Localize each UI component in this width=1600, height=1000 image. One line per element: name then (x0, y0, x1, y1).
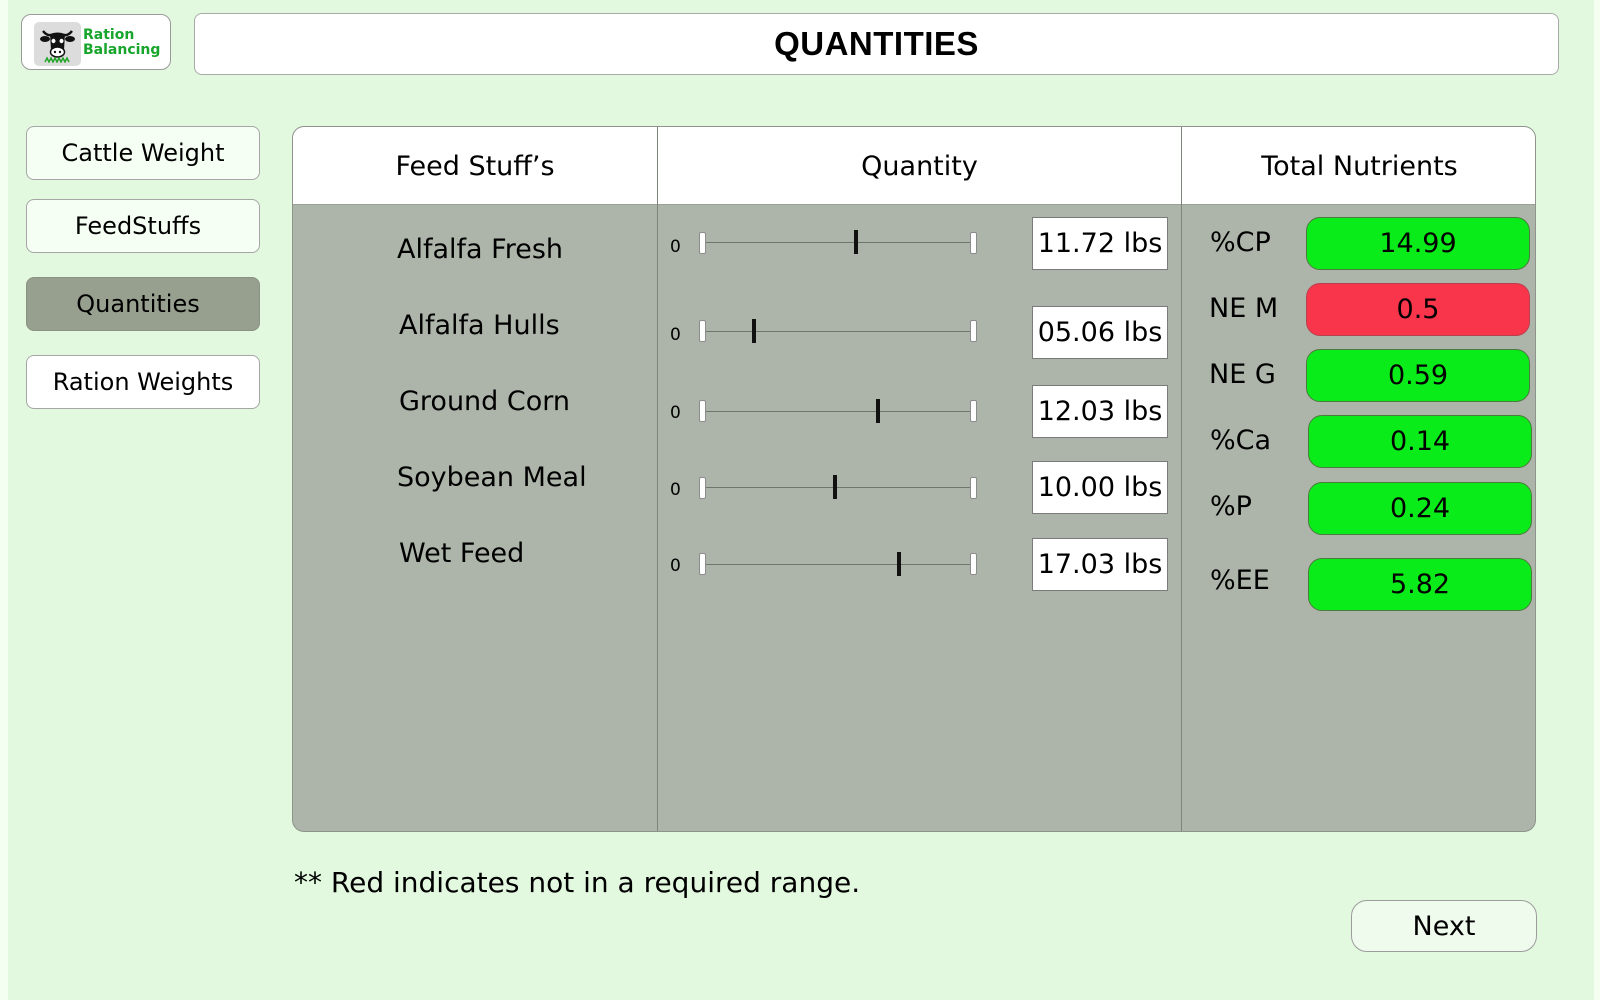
next-button-label: Next (1412, 910, 1476, 942)
feed-name: Alfalfa Hulls (399, 310, 560, 341)
nutrient-label-nem: NE M (1209, 293, 1279, 324)
column-divider (657, 127, 658, 831)
slider-min-label: 0 (670, 325, 681, 345)
quantity-input[interactable]: 05.06 lbs (1032, 306, 1168, 359)
slider-min-cap (699, 320, 706, 342)
slider-min-cap (699, 400, 706, 422)
slider-min-cap (699, 477, 706, 499)
nutrient-label-ca: %Ca (1210, 425, 1272, 456)
quantity-slider-track[interactable] (703, 331, 972, 332)
nutrient-value-ca: 0.14 (1308, 415, 1532, 468)
quantity-slider-thumb[interactable] (875, 399, 880, 423)
quantity-slider-track[interactable] (703, 487, 972, 488)
slider-min-cap (699, 553, 706, 575)
quantity-input[interactable]: 11.72 lbs (1032, 217, 1168, 270)
quantity-input[interactable]: 10.00 lbs (1032, 461, 1168, 514)
feed-name: Soybean Meal (397, 462, 587, 493)
nutrient-label-neg: NE G (1209, 359, 1276, 390)
logo-line2: Balancing (83, 42, 161, 58)
nav-cattle-weight-label: Cattle Weight (61, 139, 225, 167)
slider-min-label: 0 (670, 237, 681, 257)
quantities-panel: Feed Stuff’s Quantity Total Nutrients Al… (292, 126, 1536, 832)
page-title: QUANTITIES (774, 25, 979, 62)
slider-max-cap (970, 553, 977, 575)
feed-name: Alfalfa Fresh (397, 234, 564, 265)
quantity-slider-track[interactable] (703, 564, 972, 565)
nav-ration-weights-button[interactable]: Ration Weights (26, 355, 260, 409)
nav-cattle-weight-button[interactable]: Cattle Weight (26, 126, 260, 180)
slider-max-cap (970, 400, 977, 422)
feed-name: Wet Feed (399, 538, 525, 569)
header-feedstuffs: Feed Stuff’s (395, 150, 555, 182)
nutrient-label-cp: %CP (1210, 227, 1271, 258)
logo-line1: Ration (83, 27, 135, 43)
logo-text: Ration Balancing (83, 28, 160, 58)
nutrient-value-ee: 5.82 (1308, 558, 1532, 611)
slider-max-cap (970, 232, 977, 254)
quantity-slider-thumb[interactable] (833, 475, 838, 499)
column-divider (1181, 127, 1182, 831)
title-bar: QUANTITIES (194, 13, 1559, 75)
header-total-nutrients: Total Nutrients (1261, 150, 1458, 182)
left-edge (0, 0, 8, 1000)
quantity-slider-thumb[interactable] (751, 319, 756, 343)
header-quantity: Quantity (861, 150, 978, 182)
quantity-input[interactable]: 12.03 lbs (1032, 385, 1168, 438)
slider-min-label: 0 (670, 556, 681, 576)
nav-quantities-button[interactable]: Quantities (26, 277, 260, 331)
slider-min-label: 0 (670, 480, 681, 500)
cow-icon (34, 22, 81, 66)
quantity-input[interactable]: 17.03 lbs (1032, 538, 1168, 591)
nutrient-value-nem: 0.5 (1306, 283, 1530, 336)
quantity-slider-thumb[interactable] (854, 230, 859, 254)
nutrient-value-cp: 14.99 (1306, 217, 1530, 270)
slider-min-cap (699, 232, 706, 254)
nav-ration-weights-label: Ration Weights (52, 368, 234, 396)
slider-min-label: 0 (670, 403, 681, 423)
nav-quantities-label: Quantities (76, 290, 200, 318)
range-footnote: ** Red indicates not in a required range… (294, 866, 861, 899)
quantity-slider-track[interactable] (703, 411, 972, 412)
slider-max-cap (970, 320, 977, 342)
feed-name: Ground Corn (399, 386, 571, 417)
nav-feedstuffs-button[interactable]: FeedStuffs (26, 199, 260, 253)
nav-feedstuffs-label: FeedStuffs (74, 212, 202, 240)
slider-max-cap (970, 477, 977, 499)
next-button[interactable]: Next (1351, 900, 1537, 952)
nutrient-label-ee: %EE (1210, 565, 1270, 596)
right-edge (1594, 0, 1600, 1000)
app-logo: Ration Balancing (21, 14, 171, 70)
nutrient-value-neg: 0.59 (1306, 349, 1530, 402)
nutrient-label-p: %P (1210, 491, 1252, 522)
nutrient-value-p: 0.24 (1308, 482, 1532, 535)
panel-header: Feed Stuff’s Quantity Total Nutrients (293, 127, 1535, 205)
quantity-slider-track[interactable] (703, 242, 972, 243)
quantity-slider-thumb[interactable] (896, 552, 901, 576)
